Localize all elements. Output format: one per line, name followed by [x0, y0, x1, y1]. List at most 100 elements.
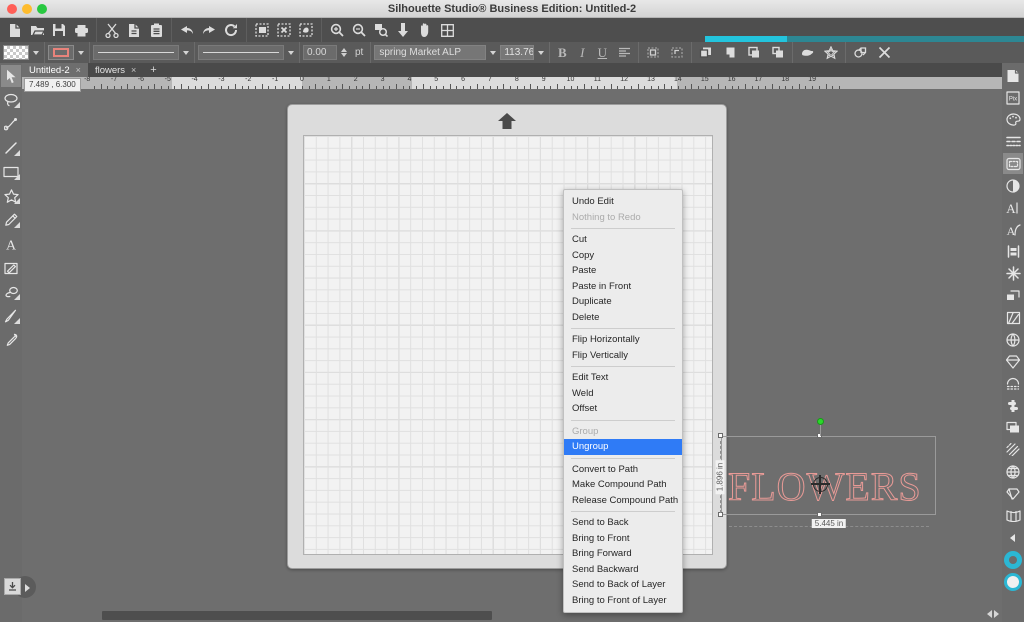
eraser-tool-icon[interactable]	[1, 281, 21, 303]
document-tab-untitled-2[interactable]: Untitled-2 ×	[22, 63, 88, 77]
redo-arrow-icon[interactable]	[198, 19, 220, 41]
align-front-icon[interactable]	[695, 42, 717, 64]
fill-palette-icon[interactable]	[1003, 109, 1023, 130]
tool-submenu-arrow-icon[interactable]	[14, 198, 20, 204]
fill-color-chevron-down-icon[interactable]	[33, 50, 39, 55]
lasso-select-icon[interactable]	[1, 89, 21, 111]
fit-to-window-icon[interactable]	[392, 19, 414, 41]
zoom-selection-icon[interactable]	[370, 19, 392, 41]
line-weight-input[interactable]: 0.00	[303, 45, 337, 60]
context-menu-item-bring-to-front-of-layer[interactable]: Bring to Front of Layer	[564, 593, 682, 609]
page-setup-icon[interactable]	[1003, 65, 1023, 86]
copy-icon[interactable]	[123, 19, 145, 41]
line-thickness-chevron-down-icon[interactable]	[288, 50, 294, 55]
text-tool-icon[interactable]: A	[1, 233, 21, 255]
tool-submenu-arrow-icon[interactable]	[14, 318, 20, 324]
paste-clipboard-icon[interactable]	[145, 19, 167, 41]
download-tray-icon[interactable]	[4, 578, 21, 595]
draw-freehand-icon[interactable]	[1, 209, 21, 231]
sphere-warp-icon[interactable]	[1003, 461, 1023, 482]
line-weight-stepper[interactable]	[339, 48, 349, 57]
preferences-gear-icon[interactable]	[1003, 549, 1023, 570]
line-style-icon[interactable]	[1003, 131, 1023, 152]
italic-button[interactable]: I	[573, 45, 591, 61]
context-menu-item-send-to-back[interactable]: Send to Back	[564, 515, 682, 531]
line-style-preview[interactable]	[93, 45, 179, 60]
polygon-star-icon[interactable]	[1, 185, 21, 207]
zoom-out-icon[interactable]	[348, 19, 370, 41]
zoom-in-icon[interactable]	[326, 19, 348, 41]
fill-color-swatch[interactable]	[3, 45, 29, 60]
context-menu-item-flip-horizontally[interactable]: Flip Horizontally	[564, 332, 682, 348]
line-tool-icon[interactable]	[1, 137, 21, 159]
context-menu-item-send-backward[interactable]: Send Backward	[564, 562, 682, 578]
print-icon[interactable]	[70, 19, 92, 41]
close-tab-icon[interactable]: ×	[131, 65, 136, 75]
scrollbar-arrows[interactable]	[987, 610, 999, 618]
context-menu-item-weld[interactable]: Weld	[564, 386, 682, 402]
tool-submenu-arrow-icon[interactable]	[14, 150, 20, 156]
context-menu-item-offset[interactable]: Offset	[564, 401, 682, 417]
font-family-chevron-down-icon[interactable]	[490, 50, 497, 55]
weld-icon[interactable]	[796, 42, 818, 64]
context-menu-item-ungroup[interactable]: Ungroup	[564, 439, 682, 455]
fill-select-icon[interactable]	[251, 19, 273, 41]
trace-panel-icon[interactable]	[1003, 329, 1023, 350]
context-menu-item-copy[interactable]: Copy	[564, 248, 682, 264]
sketch-effect-icon[interactable]	[1003, 373, 1023, 394]
trace-select-icon[interactable]	[295, 19, 317, 41]
modify-panel-icon[interactable]	[1003, 285, 1023, 306]
canvas-work-area[interactable]: FLOWERS 5.445 in 1.896 in	[22, 89, 1002, 609]
context-menu-item-undo-edit[interactable]: Undo Edit	[564, 194, 682, 210]
notes-tool-icon[interactable]	[1, 257, 21, 279]
transform-object-icon[interactable]	[642, 42, 664, 64]
context-menu-item-edit-text[interactable]: Edit Text	[564, 370, 682, 386]
text-style-icon[interactable]: A	[1003, 197, 1023, 218]
context-menu-item-flip-vertically[interactable]: Flip Vertically	[564, 348, 682, 364]
font-family-select[interactable]: spring Market ALP	[374, 45, 487, 60]
context-menu-item-paste-in-front[interactable]: Paste in Front	[564, 279, 682, 295]
context-menu-item-bring-to-front[interactable]: Bring to Front	[564, 531, 682, 547]
selection-handle-bottom-center[interactable]	[817, 512, 822, 517]
select-arrow-icon[interactable]	[1, 65, 21, 87]
warp-panel-icon[interactable]	[1003, 505, 1023, 526]
context-menu-item-make-compound-path[interactable]: Make Compound Path	[564, 477, 682, 493]
hatch-fill-icon[interactable]	[1003, 439, 1023, 460]
tool-submenu-arrow-icon[interactable]	[14, 294, 20, 300]
scissors-icon[interactable]	[101, 19, 123, 41]
collapse-arrow-icon[interactable]	[1003, 527, 1023, 548]
align-left-icon[interactable]	[613, 42, 635, 64]
replicate-icon[interactable]	[1003, 263, 1023, 284]
align-forward-icon[interactable]	[719, 42, 741, 64]
selection-bounding-box[interactable]	[721, 436, 936, 515]
eyedropper-icon[interactable]	[1, 329, 21, 351]
font-size-select[interactable]: 113.76	[500, 45, 535, 60]
layers-panel-icon[interactable]	[1003, 417, 1023, 438]
context-menu-item-release-compound-path[interactable]: Release Compound Path	[564, 493, 682, 509]
tool-submenu-arrow-icon[interactable]	[14, 222, 20, 228]
underline-button[interactable]: U	[593, 45, 611, 61]
line-thickness-preview[interactable]	[198, 45, 284, 60]
line-color-chevron-down-icon[interactable]	[78, 50, 84, 55]
new-tab-plus-icon[interactable]: +	[143, 63, 163, 77]
context-menu-item-cut[interactable]: Cut	[564, 232, 682, 248]
tool-submenu-arrow-icon[interactable]	[14, 102, 20, 108]
tool-submenu-arrow-icon[interactable]	[14, 174, 20, 180]
sketch-style-icon[interactable]	[1003, 153, 1023, 174]
rhinestone-icon[interactable]	[1003, 351, 1023, 372]
document-tab-flowers[interactable]: flowers ×	[87, 63, 144, 77]
context-menu[interactable]: Undo Edit Nothing to Redo Cut Copy Paste Past…	[563, 189, 683, 613]
offset-star-icon[interactable]	[820, 42, 842, 64]
text-curve-icon[interactable]: A	[1003, 219, 1023, 240]
rotate-object-icon[interactable]	[666, 42, 688, 64]
open-folder-icon[interactable]	[26, 19, 48, 41]
show-grid-icon[interactable]	[436, 19, 458, 41]
rectangle-tool-icon[interactable]	[1, 161, 21, 183]
align-panel-icon[interactable]	[1003, 241, 1023, 262]
context-menu-item-bring-forward[interactable]: Bring Forward	[564, 546, 682, 562]
line-style-chevron-down-icon[interactable]	[183, 50, 189, 55]
context-menu-item-delete[interactable]: Delete	[564, 310, 682, 326]
rotation-center-crosshair-icon[interactable]	[811, 475, 830, 494]
knife-tool-icon[interactable]	[1, 305, 21, 327]
pixscan-icon[interactable]: Pix	[1003, 87, 1023, 108]
